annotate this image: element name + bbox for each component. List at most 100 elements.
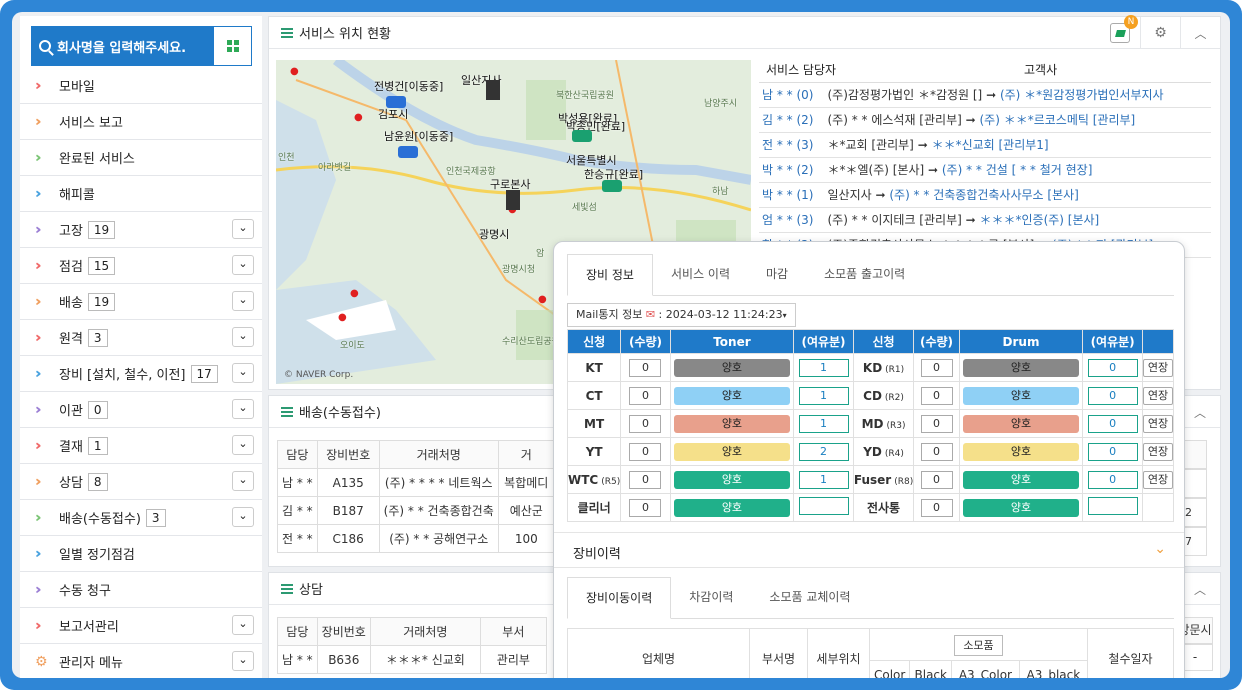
location-pin-icon[interactable]: ● [354, 112, 363, 123]
sidebar-item[interactable]: ⚙ 관리자 메뉴 ⌄ [20, 644, 262, 678]
sidebar-item[interactable]: ›› 보고서관리 ⌄ [20, 608, 262, 644]
sidebar-item[interactable]: ›› 이관 0 ⌄ [20, 392, 262, 428]
location-pin-icon[interactable]: ● [350, 288, 359, 299]
dropdown-toggle[interactable]: ⌄ [232, 435, 254, 455]
qty-input[interactable]: 0 [920, 414, 953, 433]
location-pin-icon[interactable]: ● [290, 66, 299, 77]
tab[interactable]: 차감이력 [671, 577, 751, 618]
reserve-input[interactable]: 1 [798, 414, 849, 433]
tab[interactable]: 장비이동이력 [567, 577, 672, 619]
qty-input[interactable]: 0 [920, 358, 953, 377]
staff-row[interactable]: 엄 * * (3) (주) * * 이지테크 [관리부] ➞ ＊＊＊*인증(주) … [759, 208, 1211, 233]
staff-row[interactable]: 박 * * (2) ＊*＊엘(주) [본사] ➞ (주) * * 건설 [ * *… [759, 158, 1211, 183]
dropdown-toggle[interactable]: ⌄ [232, 363, 254, 383]
count-badge: 8 [87, 472, 108, 491]
qty-input[interactable]: 0 [920, 498, 953, 517]
table-row[interactable]: 김 * * B187 (주) * * 건축종합건축 예산군 [277, 496, 555, 525]
reserve-input[interactable]: 0 [1087, 470, 1138, 489]
dropdown-toggle[interactable]: ⌄ [232, 471, 254, 491]
sidebar-item[interactable]: ›› 결재 1 ⌄ [20, 428, 262, 464]
reserve-input[interactable] [1087, 497, 1138, 515]
status-cell: 양호 [958, 465, 1084, 494]
vehicle-icon[interactable] [572, 130, 592, 142]
staff-row[interactable]: 김 * * (2) (주) * * 에스석재 [관리부] ➞ (주) ＊＊*르코스… [759, 108, 1211, 133]
sidebar-item[interactable]: ›› 완료된 서비스 [20, 140, 262, 176]
dropdown-toggle[interactable]: ⌄ [232, 255, 254, 275]
dropdown-toggle[interactable]: ⌄ [232, 291, 254, 311]
qty-input[interactable]: 0 [629, 498, 662, 517]
tab[interactable]: 소모품 교체이력 [751, 577, 868, 618]
extend-button[interactable]: 연장 [1143, 470, 1173, 489]
company-search-input[interactable]: 회사명을 입력해주세요. [31, 26, 213, 66]
qty-input[interactable]: 0 [920, 386, 953, 405]
grid-view-button[interactable] [213, 26, 252, 66]
dropdown-toggle[interactable]: ⌄ [232, 399, 254, 419]
dropdown-toggle[interactable]: ⌄ [232, 615, 254, 635]
sidebar-item-label: 해피콜 [59, 188, 95, 203]
tab[interactable]: 장비 정보 [567, 254, 653, 296]
dropdown-toggle[interactable]: ⌄ [232, 507, 254, 527]
qty-input[interactable]: 0 [629, 386, 662, 405]
tab[interactable]: 마감 [748, 254, 806, 295]
extend-button[interactable]: 연장 [1143, 386, 1173, 405]
mail-info-dropdown[interactable]: Mail통지 정보 ✉ : 2024-03-12 11:24:23▾ [567, 303, 796, 327]
sidebar-item[interactable]: ›› 상담 8 ⌄ [20, 464, 262, 500]
qty-cell: 0 [620, 409, 671, 438]
staff-row[interactable]: 남 * * (0) (주)감정평가법인 ＊*감정원 [] ➞ (주) ＊*원감정평… [759, 83, 1211, 108]
collapse-button[interactable]: ︿ [1180, 17, 1220, 49]
qty-input[interactable]: 0 [629, 442, 662, 461]
extend-button[interactable]: 연장 [1143, 414, 1173, 433]
column-header: 담당 [277, 617, 318, 646]
reserve-input[interactable]: 0 [1087, 442, 1138, 461]
dropdown-toggle[interactable]: ⌄ [232, 219, 254, 239]
sidebar-item[interactable]: ›› 수동 청구 [20, 572, 262, 608]
reserve-input[interactable]: 0 [1087, 414, 1138, 433]
sidebar-item[interactable]: ›› 점검 15 ⌄ [20, 248, 262, 284]
sidebar-item[interactable]: ›› 배송(수동접수) 3 ⌄ [20, 500, 262, 536]
dropdown-toggle[interactable]: ⌄ [232, 327, 254, 347]
staff-row[interactable]: 박 * * (1) 일산지사 ➞ (주) * * 건축종합건축사사무소 [본사] [759, 183, 1211, 208]
building-icon[interactable] [506, 190, 520, 210]
extend-button[interactable]: 연장 [1143, 358, 1173, 377]
sidebar-item[interactable]: ›› 원격 3 ⌄ [20, 320, 262, 356]
vehicle-icon[interactable] [602, 180, 622, 192]
collapse-button[interactable]: ︿ [1180, 573, 1220, 605]
vehicle-icon[interactable] [386, 96, 406, 108]
sidebar-item[interactable]: ›› 장비 [설치, 철수, 이전] 17 ⌄ [20, 356, 262, 392]
extend-button[interactable]: 연장 [1143, 442, 1173, 461]
tab[interactable]: 소모품 출고이력 [806, 254, 923, 295]
staff-row[interactable]: 전 * * (3) ＊*교회 [관리부] ➞ ＊＊*신교회 [관리부1] [759, 133, 1211, 158]
sidebar-item[interactable]: ›› 일별 정기점검 [20, 536, 262, 572]
reserve-input[interactable]: 1 [798, 386, 849, 405]
table-row[interactable]: 남 * * B636 ＊＊＊* 신교회 관리부 [277, 645, 547, 674]
history-section-header[interactable]: 장비이력 ⌄ [554, 532, 1184, 568]
reserve-input[interactable]: 0 [1087, 358, 1138, 377]
settings-button[interactable]: ⚙ [1140, 17, 1180, 49]
tab[interactable]: 서비스 이력 [653, 254, 748, 295]
reserve-input[interactable]: 0 [1087, 386, 1138, 405]
sidebar-item[interactable]: ›› 서비스 보고 [20, 104, 262, 140]
qty-input[interactable]: 0 [629, 358, 662, 377]
qty-input[interactable]: 0 [629, 470, 662, 489]
location-pin-icon[interactable]: ● [338, 312, 347, 323]
reserve-input[interactable]: 2 [798, 442, 849, 461]
table-row[interactable]: 남 * * A135 (주) * * * * 네트웍스 복합메디 [277, 468, 555, 497]
reserve-input[interactable]: 1 [798, 358, 849, 377]
building-icon[interactable] [486, 80, 500, 100]
notice-button[interactable]: N [1100, 15, 1140, 49]
vehicle-icon[interactable] [398, 146, 418, 158]
qty-input[interactable]: 0 [920, 442, 953, 461]
qty-input[interactable]: 0 [629, 414, 662, 433]
sidebar-item[interactable]: ›› 모바일 [20, 68, 262, 104]
supplies-button[interactable]: 소모품 [954, 634, 1003, 656]
sidebar-item[interactable]: ›› 고장 19 ⌄ [20, 212, 262, 248]
reserve-input[interactable] [798, 497, 849, 515]
collapse-button[interactable]: ︿ [1180, 396, 1220, 428]
sidebar-item[interactable]: ›› 배송 19 ⌄ [20, 284, 262, 320]
table-row[interactable]: 전 * * C186 (주) * * 공해연구소 100 [277, 524, 555, 553]
qty-input[interactable]: 0 [920, 470, 953, 489]
location-pin-icon[interactable]: ● [538, 294, 547, 305]
dropdown-toggle[interactable]: ⌄ [232, 651, 254, 671]
sidebar-item[interactable]: ›› 해피콜 [20, 176, 262, 212]
reserve-input[interactable]: 1 [798, 470, 849, 489]
